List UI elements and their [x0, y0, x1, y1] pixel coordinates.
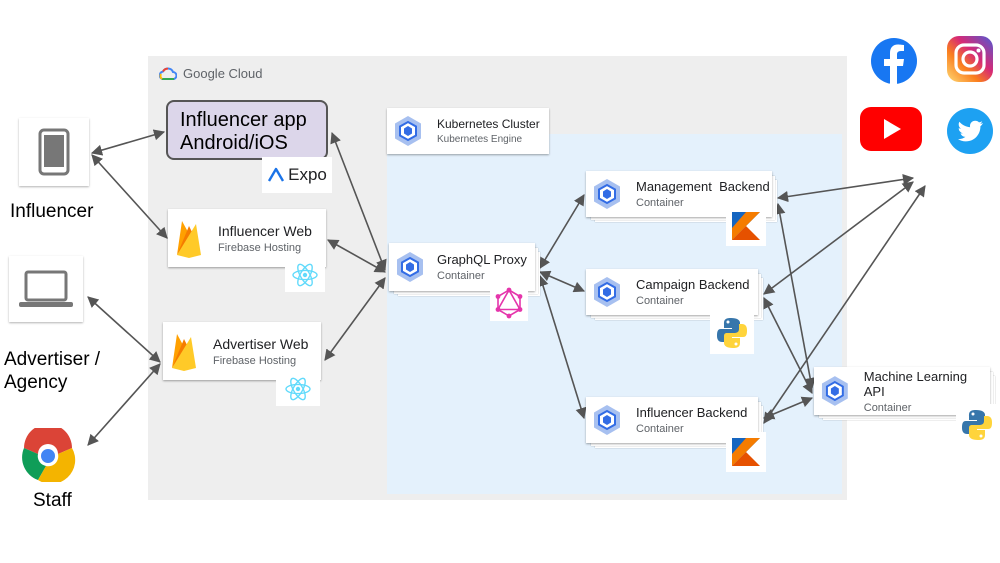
container-icon: [821, 376, 848, 406]
arrow-app-graphql: [330, 131, 387, 272]
react-icon: [292, 263, 318, 287]
instagram-logo: [946, 35, 994, 83]
graphql-proxy-subtitle: Container: [437, 270, 485, 282]
influencer-web-subtitle: Firebase Hosting: [218, 241, 302, 254]
advertiser-web-subtitle: Firebase Hosting: [213, 354, 297, 367]
kotlin-icon: [732, 438, 760, 466]
campaign-backend-subtitle: Container: [636, 295, 684, 307]
python-icon: [962, 410, 992, 440]
laptop-device: [9, 256, 83, 322]
advertiser-label: Advertiser / Agency: [4, 348, 100, 394]
kotlin-badge-management: [726, 206, 766, 246]
phone-icon: [38, 128, 70, 176]
campaign-backend-title: Campaign Backend: [636, 277, 750, 292]
react-icon: [285, 377, 311, 401]
arrow-management-social: [776, 173, 915, 203]
facebook-logo: [870, 37, 918, 85]
arrow-campaign-social: [763, 181, 914, 295]
youtube-logo: [859, 106, 923, 152]
influencer-backend-title: Influencer Backend: [636, 405, 748, 420]
python-badge-ml: [956, 404, 998, 446]
arrow-advweb-graphql: [324, 277, 386, 361]
laptop-icon: [19, 270, 73, 307]
influencer-app-box: Influencer app Android/iOS: [166, 100, 328, 160]
influencer-app-title: Influencer app: [180, 109, 307, 131]
advertiser-label-line2: Agency: [4, 372, 68, 393]
arrow-influencer-backend-ml: [762, 396, 814, 420]
container-icon: [594, 277, 620, 307]
advertiser-web-title: Advertiser Web: [213, 335, 309, 352]
graphql-badge: [490, 285, 528, 321]
staff-logo: [18, 424, 78, 484]
campaign-backend-node: Campaign Backend Container: [586, 269, 758, 315]
ml-api-title: Machine Learning API: [863, 368, 968, 399]
firebase-icon: [177, 221, 201, 258]
advertiser-label-line1: Advertiser /: [4, 349, 101, 370]
facebook-icon: [871, 38, 917, 84]
react-badge-advertiser-web: [276, 372, 320, 406]
python-badge-campaign: [710, 312, 754, 354]
python-icon: [717, 318, 747, 348]
arrow-graphql-management: [539, 194, 585, 269]
container-icon: [594, 179, 620, 209]
influencer-web-title: Influencer Web: [218, 222, 312, 239]
container-icon: [594, 405, 620, 435]
arrow-influencer-app: [90, 129, 166, 156]
arrow-graphql-influencer-backend: [537, 274, 587, 420]
arrow-influencer-web: [91, 154, 168, 239]
expo-badge: Expo: [262, 157, 332, 193]
graphql-icon: [495, 287, 523, 319]
twitter-logo: [946, 107, 994, 155]
instagram-icon: [947, 36, 993, 82]
staff-app-icon: [22, 424, 76, 484]
twitter-icon: [947, 108, 993, 154]
arrow-web-graphql: [327, 239, 386, 273]
expo-icon: [268, 167, 285, 182]
influencer-label: Influencer: [10, 201, 94, 222]
staff-label: Staff: [33, 490, 72, 511]
expo-label: Expo: [288, 165, 327, 184]
influencer-app-platform: Android/iOS: [180, 132, 288, 154]
kotlin-badge-influencer-backend: [726, 432, 766, 472]
youtube-icon: [860, 107, 922, 151]
firebase-icon: [172, 334, 196, 371]
arrow-graphql-campaign: [538, 270, 586, 293]
kotlin-icon: [732, 212, 760, 240]
graphql-proxy-title: GraphQL Proxy: [437, 252, 527, 267]
graphql-proxy-node: GraphQL Proxy Container: [389, 243, 535, 291]
management-backend-title: Management Backend: [636, 179, 770, 194]
react-badge-influencer-web: [285, 258, 325, 292]
container-icon: [397, 252, 423, 282]
phone-device: [19, 118, 89, 186]
